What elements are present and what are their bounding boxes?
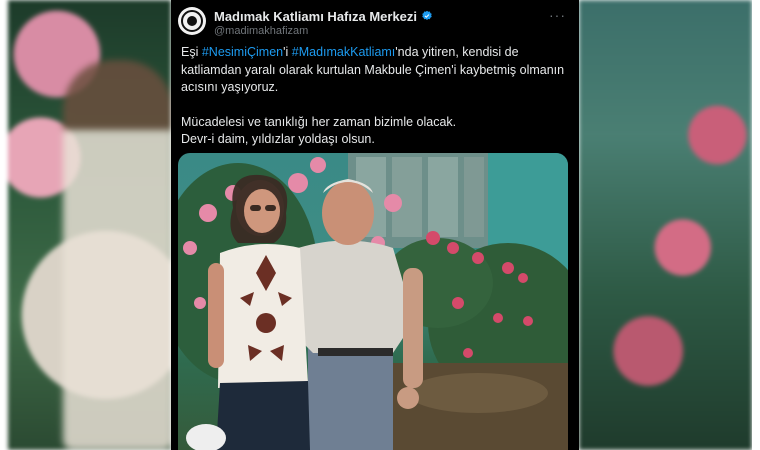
- couple-photo-icon[interactable]: [178, 153, 568, 450]
- right-edge: [752, 0, 760, 450]
- text-segment: Eşi: [181, 45, 202, 59]
- tweet-paragraph-1: Eşi #NesimiÇimen'i #MadımakKatliamı'nda …: [181, 44, 569, 97]
- blurred-background-left: [8, 0, 171, 450]
- blurred-person: [63, 60, 171, 450]
- tweet-card: Madımak Katliamı Hafıza Merkezi @madimak…: [171, 0, 579, 450]
- man-face: [322, 181, 374, 245]
- madimak-logo-icon[interactable]: [178, 7, 206, 35]
- tweet-header: Madımak Katliamı Hafıza Merkezi @madimak…: [178, 7, 572, 41]
- account-name-row[interactable]: Madımak Katliamı Hafıza Merkezi: [214, 8, 433, 24]
- screenshot-frame: Madımak Katliamı Hafıza Merkezi @madimak…: [0, 0, 760, 450]
- tweet-text: Eşi #NesimiÇimen'i #MadımakKatliamı'nda …: [181, 44, 569, 149]
- more-options-icon[interactable]: ···: [549, 7, 566, 23]
- photo-illustration: [178, 153, 568, 450]
- hashtag-link[interactable]: #MadımakKatliamı: [292, 45, 396, 59]
- left-edge: [0, 0, 8, 450]
- blurred-background-right: [579, 0, 752, 450]
- account-name[interactable]: Madımak Katliamı Hafıza Merkezi: [214, 9, 417, 24]
- text-segment: 'i: [283, 45, 292, 59]
- verified-badge-icon: [422, 10, 432, 21]
- account-handle[interactable]: @madimakhafizam: [214, 25, 308, 37]
- tweet-paragraph-2-line-2: Devr-i daim, yıldızlar yoldaşı olsun.: [181, 132, 375, 146]
- hashtag-link[interactable]: #NesimiÇimen: [202, 45, 283, 59]
- woman-skirt: [216, 381, 310, 450]
- tweet-paragraph-2-line-1: Mücadelesi ve tanıklığı her zaman biziml…: [181, 114, 457, 129]
